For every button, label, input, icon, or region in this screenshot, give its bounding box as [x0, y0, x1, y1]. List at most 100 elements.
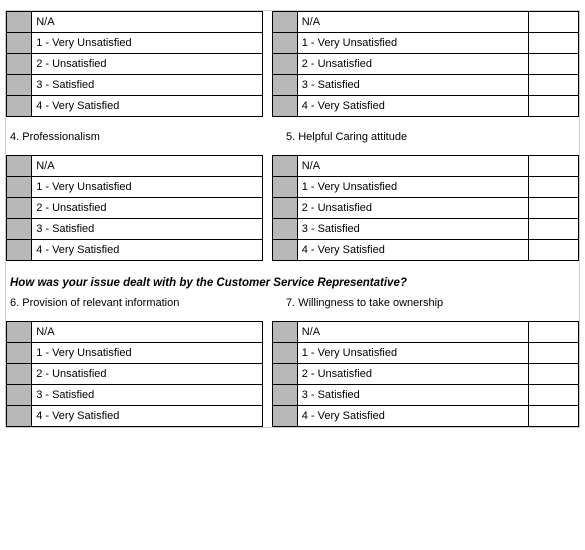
rating-checkbox[interactable] [272, 343, 297, 364]
rating-label: N/A [297, 322, 528, 343]
rating-label: 3 - Satisfied [32, 385, 263, 406]
table-gap [263, 406, 272, 427]
rating-checkbox[interactable] [272, 177, 297, 198]
rating-checkbox[interactable] [272, 406, 297, 427]
table-gap [263, 12, 272, 33]
table-extra [528, 198, 578, 219]
rating-label: 1 - Very Unsatisfied [32, 177, 263, 198]
rating-table-pair-2: N/A N/A 1 - Very Unsatisfied 1 - Very Un… [6, 155, 579, 261]
table-extra [528, 75, 578, 96]
question-6: 6. Provision of relevant information [10, 297, 286, 309]
table-gap [263, 177, 272, 198]
table-gap [263, 33, 272, 54]
rating-checkbox[interactable] [7, 322, 32, 343]
rating-checkbox[interactable] [272, 12, 297, 33]
rating-label: 1 - Very Unsatisfied [297, 33, 528, 54]
question-4: 4. Professionalism [10, 131, 286, 143]
table-gap [263, 156, 272, 177]
rating-table-pair-3: N/A N/A 1 - Very Unsatisfied 1 - Very Un… [6, 321, 579, 427]
rating-checkbox[interactable] [7, 33, 32, 54]
table-gap [263, 385, 272, 406]
rating-label: 3 - Satisfied [32, 219, 263, 240]
rating-label: 1 - Very Unsatisfied [32, 343, 263, 364]
table-extra [528, 343, 578, 364]
question-5: 5. Helpful Caring attitude [286, 131, 575, 143]
section-heading: How was your issue dealt with by the Cus… [6, 261, 579, 293]
question-7: 7. Willingness to take ownership [286, 297, 575, 309]
table-row: 1 - Very Unsatisfied 1 - Very Unsatisfie… [7, 33, 579, 54]
table-row: N/A N/A [7, 156, 579, 177]
rating-checkbox[interactable] [7, 240, 32, 261]
table-gap [263, 343, 272, 364]
rating-label: 4 - Very Satisfied [32, 96, 263, 117]
rating-label: N/A [297, 12, 528, 33]
rating-label: 2 - Unsatisfied [32, 54, 263, 75]
table-row: 4 - Very Satisfied 4 - Very Satisfied [7, 96, 579, 117]
rating-checkbox[interactable] [272, 156, 297, 177]
rating-checkbox[interactable] [7, 54, 32, 75]
table-row: 2 - Unsatisfied 2 - Unsatisfied [7, 54, 579, 75]
table-gap [263, 198, 272, 219]
rating-checkbox[interactable] [272, 322, 297, 343]
table-extra [528, 12, 578, 33]
rating-checkbox[interactable] [272, 54, 297, 75]
table-row: 4 - Very Satisfied 4 - Very Satisfied [7, 240, 579, 261]
rating-checkbox[interactable] [272, 198, 297, 219]
rating-checkbox[interactable] [7, 177, 32, 198]
rating-label: 3 - Satisfied [297, 219, 528, 240]
table-extra [528, 240, 578, 261]
rating-label: 2 - Unsatisfied [297, 364, 528, 385]
rating-label: 4 - Very Satisfied [32, 406, 263, 427]
table-row: 2 - Unsatisfied 2 - Unsatisfied [7, 364, 579, 385]
rating-label: N/A [297, 156, 528, 177]
rating-label: 3 - Satisfied [297, 75, 528, 96]
rating-checkbox[interactable] [7, 198, 32, 219]
rating-checkbox[interactable] [272, 96, 297, 117]
table-extra [528, 156, 578, 177]
table-extra [528, 54, 578, 75]
rating-table-pair-1: N/A N/A 1 - Very Unsatisfied 1 - Very Un… [6, 11, 579, 117]
rating-checkbox[interactable] [272, 364, 297, 385]
table-gap [263, 54, 272, 75]
table-row: N/A N/A [7, 322, 579, 343]
rating-label: N/A [32, 156, 263, 177]
question-row-4-5: 4. Professionalism 5. Helpful Caring att… [6, 117, 579, 155]
table-row: 3 - Satisfied 3 - Satisfied [7, 385, 579, 406]
survey-page: N/A N/A 1 - Very Unsatisfied 1 - Very Un… [5, 10, 580, 428]
rating-label: 1 - Very Unsatisfied [297, 343, 528, 364]
rating-checkbox[interactable] [272, 219, 297, 240]
rating-label: 4 - Very Satisfied [297, 240, 528, 261]
question-row-6-7: 6. Provision of relevant information 7. … [6, 293, 579, 321]
rating-checkbox[interactable] [272, 75, 297, 96]
rating-label: 3 - Satisfied [297, 385, 528, 406]
rating-checkbox[interactable] [7, 406, 32, 427]
table-row: 4 - Very Satisfied 4 - Very Satisfied [7, 406, 579, 427]
table-extra [528, 96, 578, 117]
rating-label: 1 - Very Unsatisfied [297, 177, 528, 198]
rating-checkbox[interactable] [272, 240, 297, 261]
table-row: 2 - Unsatisfied 2 - Unsatisfied [7, 198, 579, 219]
table-extra [528, 364, 578, 385]
table-row: 1 - Very Unsatisfied 1 - Very Unsatisfie… [7, 343, 579, 364]
rating-label: 2 - Unsatisfied [32, 198, 263, 219]
rating-checkbox[interactable] [7, 385, 32, 406]
table-extra [528, 219, 578, 240]
table-row: 3 - Satisfied 3 - Satisfied [7, 75, 579, 96]
table-extra [528, 322, 578, 343]
rating-checkbox[interactable] [7, 364, 32, 385]
rating-checkbox[interactable] [7, 96, 32, 117]
rating-checkbox[interactable] [7, 156, 32, 177]
rating-checkbox[interactable] [272, 33, 297, 54]
rating-checkbox[interactable] [272, 385, 297, 406]
table-row: N/A N/A [7, 12, 579, 33]
rating-checkbox[interactable] [7, 12, 32, 33]
rating-label: N/A [32, 12, 263, 33]
rating-checkbox[interactable] [7, 219, 32, 240]
rating-label: 1 - Very Unsatisfied [32, 33, 263, 54]
table-row: 3 - Satisfied 3 - Satisfied [7, 219, 579, 240]
table-gap [263, 364, 272, 385]
rating-checkbox[interactable] [7, 343, 32, 364]
rating-checkbox[interactable] [7, 75, 32, 96]
table-extra [528, 33, 578, 54]
table-gap [263, 96, 272, 117]
